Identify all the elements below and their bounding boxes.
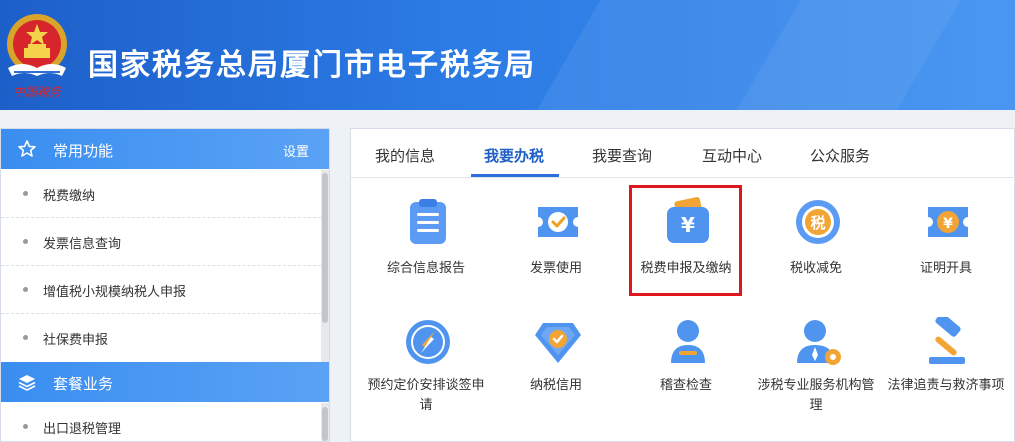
national-emblem-logo: 中国税务 <box>7 14 67 99</box>
main-panel: 我的信息 我要办税 我要查询 互动中心 公众服务 综合信息报告 发票使用 ¥ 税… <box>350 128 1015 442</box>
bullet-icon <box>23 335 28 340</box>
package-business-title: 套餐业务 <box>53 375 114 393</box>
sidebar-item-label: 增值税小规模纳税人申报 <box>43 285 187 300</box>
report-clipboard-icon <box>410 199 446 244</box>
sidebar-item-tax-payment[interactable]: 税费缴纳 <box>1 170 321 218</box>
service-label: 税费申报及缴纳 <box>640 261 732 276</box>
tab-my-info[interactable]: 我的信息 <box>375 145 435 166</box>
tab-query[interactable]: 我要查询 <box>592 145 652 166</box>
star-icon <box>18 140 36 157</box>
common-scrollbar-thumb[interactable] <box>322 173 328 323</box>
site-title: 国家税务总局厦门市电子税务局 <box>88 48 536 83</box>
sidebar-item-vat-small-scale[interactable]: 增值税小规模纳税人申报 <box>1 266 321 314</box>
tab-handle-tax[interactable]: 我要办税 <box>484 145 544 166</box>
active-tab-indicator <box>471 174 559 177</box>
bullet-icon <box>23 424 28 429</box>
service-invoice-use[interactable]: 发票使用 <box>496 197 616 317</box>
service-label: 涉税专业服务机构管理 <box>757 378 875 413</box>
tax-relief-coin-icon: 税 <box>796 200 840 244</box>
settings-link[interactable]: 设置 <box>283 141 309 160</box>
service-tax-filing-payment[interactable]: ¥ 税费申报及缴纳 <box>626 197 746 317</box>
service-comprehensive-report[interactable]: 综合信息报告 <box>366 197 486 317</box>
svg-text:¥: ¥ <box>943 216 953 232</box>
service-apa-application[interactable]: 预约定价安排谈签申请 <box>366 317 486 437</box>
bullet-icon <box>23 287 28 292</box>
service-label: 证明开具 <box>919 261 972 276</box>
bullet-icon <box>23 239 28 244</box>
tab-interaction[interactable]: 互动中心 <box>702 145 762 166</box>
compass-icon <box>406 320 450 364</box>
service-label: 纳税信用 <box>529 378 582 393</box>
svg-text:税: 税 <box>810 214 825 232</box>
gavel-icon <box>929 317 965 364</box>
layers-icon <box>18 375 36 391</box>
service-tax-relief[interactable]: 税 税收减免 <box>756 197 876 317</box>
diamond-check-icon <box>535 323 581 363</box>
package-scrollbar-thumb[interactable] <box>322 407 328 441</box>
yuan-wallet-icon: ¥ <box>667 197 709 243</box>
bullet-icon <box>23 191 28 196</box>
common-functions-title: 常用功能 <box>53 142 114 160</box>
service-label: 综合信息报告 <box>386 261 465 276</box>
agent-gear-icon <box>797 320 841 365</box>
sidebar-item-label: 社保费申报 <box>43 333 109 348</box>
certificate-yuan-icon: ¥ <box>928 207 968 237</box>
sidebar: 常用功能 设置 税费缴纳 发票信息查询 增值税小规模纳税人申报 社保费申报 套餐… <box>0 128 330 442</box>
sidebar-item-export-rebate[interactable]: 出口退税管理 <box>1 403 321 442</box>
service-label: 发票使用 <box>529 261 582 276</box>
service-label: 法律追责与救济事项 <box>887 378 1005 393</box>
sidebar-item-invoice-query[interactable]: 发票信息查询 <box>1 218 321 266</box>
service-label: 稽查检查 <box>659 378 712 393</box>
sidebar-item-social-security[interactable]: 社保费申报 <box>1 314 321 362</box>
inspector-person-icon <box>671 320 705 363</box>
service-label: 预约定价安排谈签申请 <box>367 378 485 413</box>
service-label: 税收减免 <box>789 261 842 276</box>
header-banner: 中国税务 国家税务总局厦门市电子税务局 <box>0 0 1015 110</box>
service-tax-credit[interactable]: 纳税信用 <box>496 317 616 437</box>
sidebar-item-label: 发票信息查询 <box>43 237 122 252</box>
service-professional-agency[interactable]: 涉税专业服务机构管理 <box>756 317 876 437</box>
package-business-header[interactable]: 套餐业务 <box>1 362 329 402</box>
service-legal-remedy[interactable]: 法律追责与救济事项 <box>886 317 1006 437</box>
sidebar-item-label: 税费缴纳 <box>43 189 96 204</box>
sidebar-item-label: 出口退税管理 <box>43 422 122 437</box>
common-functions-header: 常用功能 设置 <box>1 129 329 169</box>
service-inspection[interactable]: 稽查检查 <box>626 317 746 437</box>
service-certificate-issuance[interactable]: ¥ 证明开具 <box>886 197 1006 317</box>
main-tabs: 我的信息 我要办税 我要查询 互动中心 公众服务 <box>351 129 1015 178</box>
svg-text:¥: ¥ <box>681 213 695 237</box>
svg-text:中国税务: 中国税务 <box>13 85 62 99</box>
invoice-ticket-icon <box>538 207 578 237</box>
tab-public-service[interactable]: 公众服务 <box>810 145 870 166</box>
